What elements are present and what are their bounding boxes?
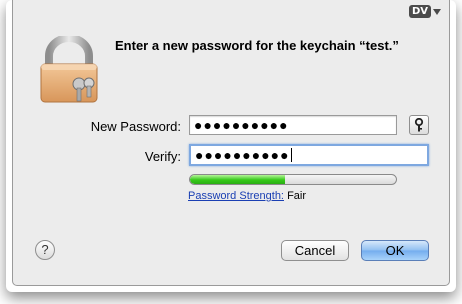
dv-badge: DV xyxy=(408,5,431,18)
password-strength-meter xyxy=(189,174,397,185)
new-password-value: ●●●●●●●●●● xyxy=(194,117,289,133)
new-password-label: New Password: xyxy=(90,119,181,134)
help-button[interactable]: ? xyxy=(35,240,55,260)
new-password-field[interactable]: ●●●●●●●●●● xyxy=(189,115,397,135)
password-strength-value: Fair xyxy=(287,190,307,202)
password-strength-row: Password Strength: Fair xyxy=(188,190,306,202)
dialog-title: Enter a new password for the keychain “t… xyxy=(115,38,399,53)
padlock-icon xyxy=(40,36,98,103)
verify-password-field[interactable]: ●●●●●●●●●● xyxy=(189,144,429,166)
password-assistant-button[interactable] xyxy=(409,115,429,135)
strength-meter-fill xyxy=(190,175,285,184)
keychain-password-dialog: DV Enter a new password for the keychain… xyxy=(12,0,450,286)
verify-label: Verify: xyxy=(144,149,181,164)
cancel-button[interactable]: Cancel xyxy=(281,240,349,261)
caret-down-icon xyxy=(433,8,441,15)
help-icon: ? xyxy=(41,242,49,257)
ok-button[interactable]: OK xyxy=(361,240,429,261)
key-icon xyxy=(414,118,424,132)
text-cursor xyxy=(290,148,292,162)
verify-password-value: ●●●●●●●●●● xyxy=(195,147,290,163)
password-strength-link[interactable]: Password Strength: xyxy=(188,190,284,202)
dv-menu[interactable]: DV xyxy=(408,4,441,19)
